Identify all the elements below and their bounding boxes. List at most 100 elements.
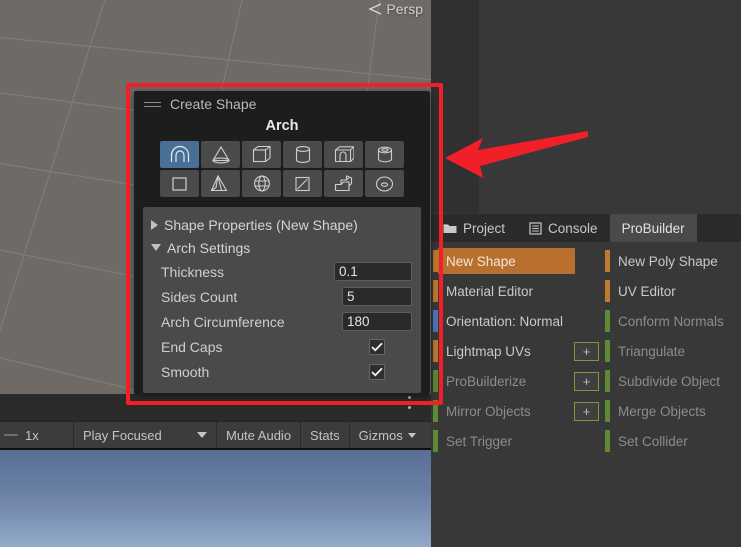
subdivide-object-label: Subdivide Object [618,373,721,389]
mirror-objects-label: Mirror Objects [446,403,531,419]
shape-icon-plane-button[interactable] [160,170,199,197]
mute-audio-button[interactable]: Mute Audio [217,422,302,448]
arch-settings-foldout[interactable]: Arch Settings [143,236,421,259]
shape-icon-plane [172,176,187,191]
set-collider-label: Set Collider [618,433,688,449]
set-collider-button[interactable]: Set Collider [605,426,739,456]
sides-count-input[interactable] [342,287,412,306]
probuilder-row: Set Trigger Set Collider [431,426,741,456]
tab-probuilder[interactable]: ProBuilder [609,214,697,242]
tab-console[interactable]: Console [517,214,610,242]
shape-icon-cylinder-button[interactable] [283,141,322,168]
gizmos-chevron-down-icon [407,432,416,438]
gizmos-label: Gizmos [358,427,403,443]
shape-icon-stair [334,175,353,192]
play-mode-label: Play Focused [83,427,162,443]
shape-icon-torus [375,175,394,192]
game-view[interactable] [0,450,431,547]
unity-editor-window: Persp 1x Play Focused Mute Audio Stats G… [0,0,741,547]
create-shape-panel[interactable]: Create Shape Arch Shape Properties (New … [134,91,430,394]
shape-icon-prism-button[interactable] [201,170,240,197]
shape-icon-arch-button[interactable] [160,141,199,168]
shape-icon-pipe [377,146,392,163]
new-shape-label: New Shape [446,253,516,269]
probuilder-row: Mirror Objects + Merge Objects [431,396,741,426]
merge-objects-button[interactable]: Merge Objects [605,396,739,426]
sides-count-label: Sides Count [161,288,238,305]
end-caps-field-row: End Caps [143,334,421,359]
stats-button[interactable]: Stats [301,422,350,448]
smooth-label: Smooth [161,363,210,380]
shape-icon-sphere [253,175,270,192]
conform-normals-label: Conform Normals [618,313,724,329]
shape-icon-cube-button[interactable] [242,141,281,168]
viewport-perspective-label[interactable]: Persp [368,1,423,17]
mirror-objects-options-button[interactable]: + [574,401,599,421]
set-trigger-button[interactable]: Set Trigger [433,426,605,456]
smooth-checkbox[interactable] [369,363,385,380]
scale-slider[interactable]: 1x [0,422,74,448]
probuilderize-options-button[interactable]: + [574,371,599,391]
arch-circumference-input[interactable] [342,312,412,331]
uv-editor-button[interactable]: UV Editor [605,276,739,306]
triangulate-button[interactable]: Triangulate [605,336,739,366]
shape-icon-cone-button[interactable] [201,141,240,168]
probuilder-row: Material Editor UV Editor [431,276,741,306]
tab-console-label: Console [548,220,598,236]
dock-upper-area [431,0,741,213]
shape-icon-torus-button[interactable] [365,170,404,197]
thickness-input[interactable] [334,262,412,281]
material-editor-button[interactable]: Material Editor [433,276,605,306]
shape-icon-grid [134,141,430,200]
merge-objects-label: Merge Objects [618,403,706,419]
shape-settings-container: Shape Properties (New Shape) Arch Settin… [143,207,421,393]
shape-properties-label: Shape Properties (New Shape) [164,216,358,233]
lightmap-uvs-label: Lightmap UVs [446,343,531,359]
probuilderize-button[interactable]: ProBuilderize + [433,366,605,396]
drag-handle-icon[interactable] [144,101,161,107]
chevron-down-icon [151,244,161,251]
shape-icon-cube [252,145,271,163]
dock-tab-bar: Project Console ProBuilder [431,214,741,242]
tab-project[interactable]: Project [431,214,517,242]
shape-icon-sprite-button[interactable] [283,170,322,197]
probuilder-row: Lightmap UVs + Triangulate [431,336,741,366]
tab-probuilder-label: ProBuilder [621,220,685,236]
subdivide-object-button[interactable]: Subdivide Object [605,366,739,396]
play-mode-dropdown[interactable]: Play Focused [74,422,217,448]
chevron-right-icon [151,219,158,230]
checkmark-icon [371,342,383,351]
shape-icon-prism [210,174,228,192]
new-poly-shape-button[interactable]: New Poly Shape [605,246,739,276]
end-caps-checkbox[interactable] [369,338,385,355]
smooth-field-row: Smooth [143,359,421,384]
triangulate-label: Triangulate [618,343,686,359]
gizmos-button[interactable]: Gizmos [350,422,425,448]
lightmap-uvs-button[interactable]: Lightmap UVs + [433,336,605,366]
mirror-objects-button[interactable]: Mirror Objects + [433,396,605,426]
tab-project-label: Project [463,220,506,236]
create-shape-header[interactable]: Create Shape [134,91,430,117]
shape-icon-sprite [295,176,310,191]
shape-icon-door-button[interactable] [324,141,363,168]
shape-icon-sphere-button[interactable] [242,170,281,197]
new-shape-button[interactable]: New Shape [433,246,605,276]
checkmark-icon [371,367,383,376]
conform-normals-button[interactable]: Conform Normals [605,306,739,336]
shape-icon-pipe-button[interactable] [365,141,404,168]
panel-drag-handle[interactable] [408,396,411,409]
end-caps-label: End Caps [161,338,223,355]
console-icon [529,221,542,235]
selected-shape-name: Arch [265,118,299,134]
right-dock: Project Console ProBuilder New Shape New… [431,0,741,547]
material-editor-label: Material Editor [446,283,534,299]
shape-icon-door [334,146,354,163]
viewport-bottom-strip [0,394,431,421]
probuilder-row: Orientation: Normal Conform Normals [431,306,741,336]
shape-properties-foldout[interactable]: Shape Properties (New Shape) [143,213,421,236]
dock-upper-shade [431,0,479,213]
lightmap-uvs-options-button[interactable]: + [574,341,599,361]
arch-circumference-label: Arch Circumference [161,313,285,330]
orientation-button[interactable]: Orientation: Normal [433,306,605,336]
shape-icon-stair-button[interactable] [324,170,363,197]
